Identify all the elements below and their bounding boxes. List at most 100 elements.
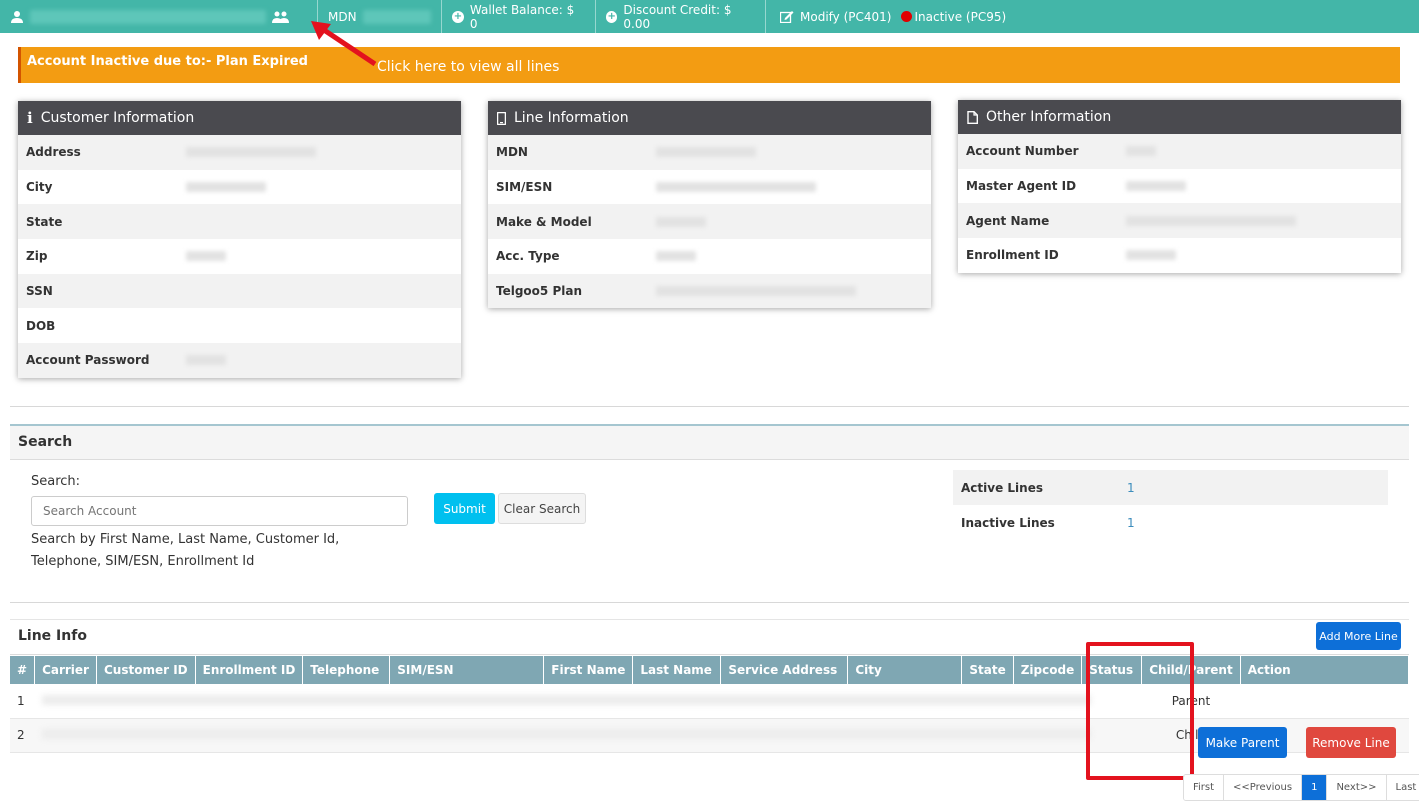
other-info-header: Other Information — [958, 100, 1401, 134]
row-number: 2 — [10, 718, 35, 753]
search-input[interactable] — [31, 496, 408, 526]
row-number: 1 — [10, 684, 35, 719]
info-row: Zip — [18, 239, 461, 274]
inactive-status-dot — [901, 11, 913, 22]
info-row: MDN — [488, 135, 931, 170]
users-icon[interactable] — [272, 10, 289, 24]
plus-circle-icon: + — [606, 10, 618, 23]
redacted-value — [186, 182, 266, 193]
mobile-phone-icon — [497, 111, 506, 125]
row-label: City — [26, 180, 53, 195]
make-parent-button[interactable]: Make Parent — [1198, 727, 1287, 758]
redacted-value — [656, 286, 856, 297]
col-header: SIM/ESN — [389, 656, 545, 684]
status-cell: Modify (PC401) Inactive (PC95) — [766, 0, 1016, 33]
info-row: Agent Name — [958, 203, 1401, 239]
alert-text: Account Inactive due to:- Plan Expired — [27, 54, 308, 69]
annotation-arrow — [311, 21, 377, 67]
line-info-section-header: Line Info — [10, 619, 1409, 655]
table-row: 1 Parent — [10, 684, 1409, 719]
info-row: State — [18, 204, 461, 240]
redacted-cells — [34, 684, 1142, 719]
info-row: Account Number — [958, 134, 1401, 169]
redacted-value — [656, 216, 706, 227]
redacted-value — [656, 251, 696, 262]
col-header: Child/Parent — [1141, 656, 1241, 684]
customer-info-title: Customer Information — [40, 110, 195, 126]
modify-link[interactable]: Modify (PC401) — [800, 10, 891, 24]
discount-credit: + Discount Credit: $ 0.00 — [596, 0, 766, 33]
row-label: Zip — [26, 249, 48, 264]
table-header-row: # Carrier Customer ID Enrollment ID Tele… — [10, 656, 1410, 684]
pager-first[interactable]: First — [1184, 775, 1225, 800]
active-lines-label: Active Lines — [961, 480, 1043, 495]
active-lines-row: Active Lines 1 — [953, 470, 1388, 505]
row-label: Address — [26, 145, 81, 160]
pager-last[interactable]: Last — [1386, 775, 1419, 800]
info-icon: i — [27, 109, 33, 127]
plus-circle-icon: + — [452, 10, 464, 23]
account-inactive-alert: Account Inactive due to:- Plan Expired — [18, 47, 1400, 83]
redacted-value — [186, 355, 226, 366]
info-row: Make & Model — [488, 204, 931, 240]
customer-info-header: i Customer Information — [18, 101, 461, 135]
info-row: Telgoo5 Plan — [488, 273, 931, 309]
other-info-rows: Account Number Master Agent ID Agent Nam… — [958, 134, 1401, 273]
redacted-value — [1126, 250, 1176, 261]
active-lines-count[interactable]: 1 — [1127, 481, 1135, 495]
inactive-lines-label: Inactive Lines — [961, 515, 1055, 530]
row-label: MDN — [496, 145, 528, 160]
search-label: Search: — [31, 474, 81, 489]
inactive-status-text: Inactive (PC95) — [914, 9, 1007, 24]
wallet-balance-text: Wallet Balance: $ 0 — [469, 2, 575, 31]
relation-cell: Parent — [1141, 684, 1241, 719]
col-header: Telephone — [302, 656, 391, 684]
info-row: Master Agent ID — [958, 168, 1401, 204]
col-header: City — [847, 656, 963, 684]
customer-name-redacted — [30, 9, 266, 24]
redacted-value — [41, 694, 1091, 705]
line-info-rows: MDN SIM/ESN Make & Model Acc. Type Telgo… — [488, 135, 931, 309]
line-stats: Active Lines 1 Inactive Lines 1 — [953, 470, 1388, 540]
row-label: Telgoo5 Plan — [496, 284, 582, 299]
col-header: State — [961, 656, 1014, 684]
row-label: Acc. Type — [496, 249, 560, 264]
clear-search-button[interactable]: Clear Search — [498, 493, 586, 524]
redacted-value — [656, 182, 816, 193]
row-label: Account Password — [26, 353, 150, 368]
col-header: Action — [1240, 656, 1410, 684]
inactive-lines-row: Inactive Lines 1 — [953, 505, 1388, 540]
line-info-section-title: Line Info — [18, 628, 87, 644]
discount-credit-text: Discount Credit: $ 0.00 — [623, 2, 732, 31]
search-section-header: Search — [10, 424, 1409, 460]
remove-line-button[interactable]: Remove Line — [1306, 727, 1396, 758]
line-info-title: Line Information — [514, 110, 629, 126]
pager-previous[interactable]: <<Previous — [1224, 775, 1303, 800]
redacted-value — [1126, 146, 1156, 157]
customer-name-cell — [0, 0, 318, 33]
customer-information-panel: i Customer Information Address City Stat… — [18, 101, 461, 378]
other-information-panel: Other Information Account Number Master … — [958, 100, 1401, 273]
redacted-value — [186, 251, 226, 262]
info-row: SIM/ESN — [488, 169, 931, 205]
pager-next[interactable]: Next>> — [1327, 775, 1387, 800]
col-header: # — [10, 656, 36, 684]
divider — [10, 602, 1409, 603]
info-row: SSN — [18, 273, 461, 309]
pager-current[interactable]: 1 — [1302, 775, 1328, 800]
inactive-lines-count[interactable]: 1 — [1127, 516, 1135, 530]
info-row: DOB — [18, 308, 461, 344]
document-icon — [967, 110, 978, 124]
col-header: Carrier — [34, 656, 97, 684]
top-bar: MDN + Wallet Balance: $ 0 + Discount Cre… — [0, 0, 1419, 33]
row-label: Make & Model — [496, 214, 592, 229]
pagination: First <<Previous 1 Next>> Last — [1183, 774, 1419, 801]
col-header: Service Address — [720, 656, 849, 684]
add-more-line-button[interactable]: Add More Line — [1316, 622, 1401, 650]
submit-button[interactable]: Submit — [434, 493, 495, 524]
search-help-text: Search by First Name, Last Name, Custome… — [31, 532, 340, 569]
edit-icon — [780, 11, 794, 23]
line-info-header: Line Information — [488, 101, 931, 135]
info-row: Enrollment ID — [958, 238, 1401, 273]
search-title: Search — [18, 434, 73, 450]
